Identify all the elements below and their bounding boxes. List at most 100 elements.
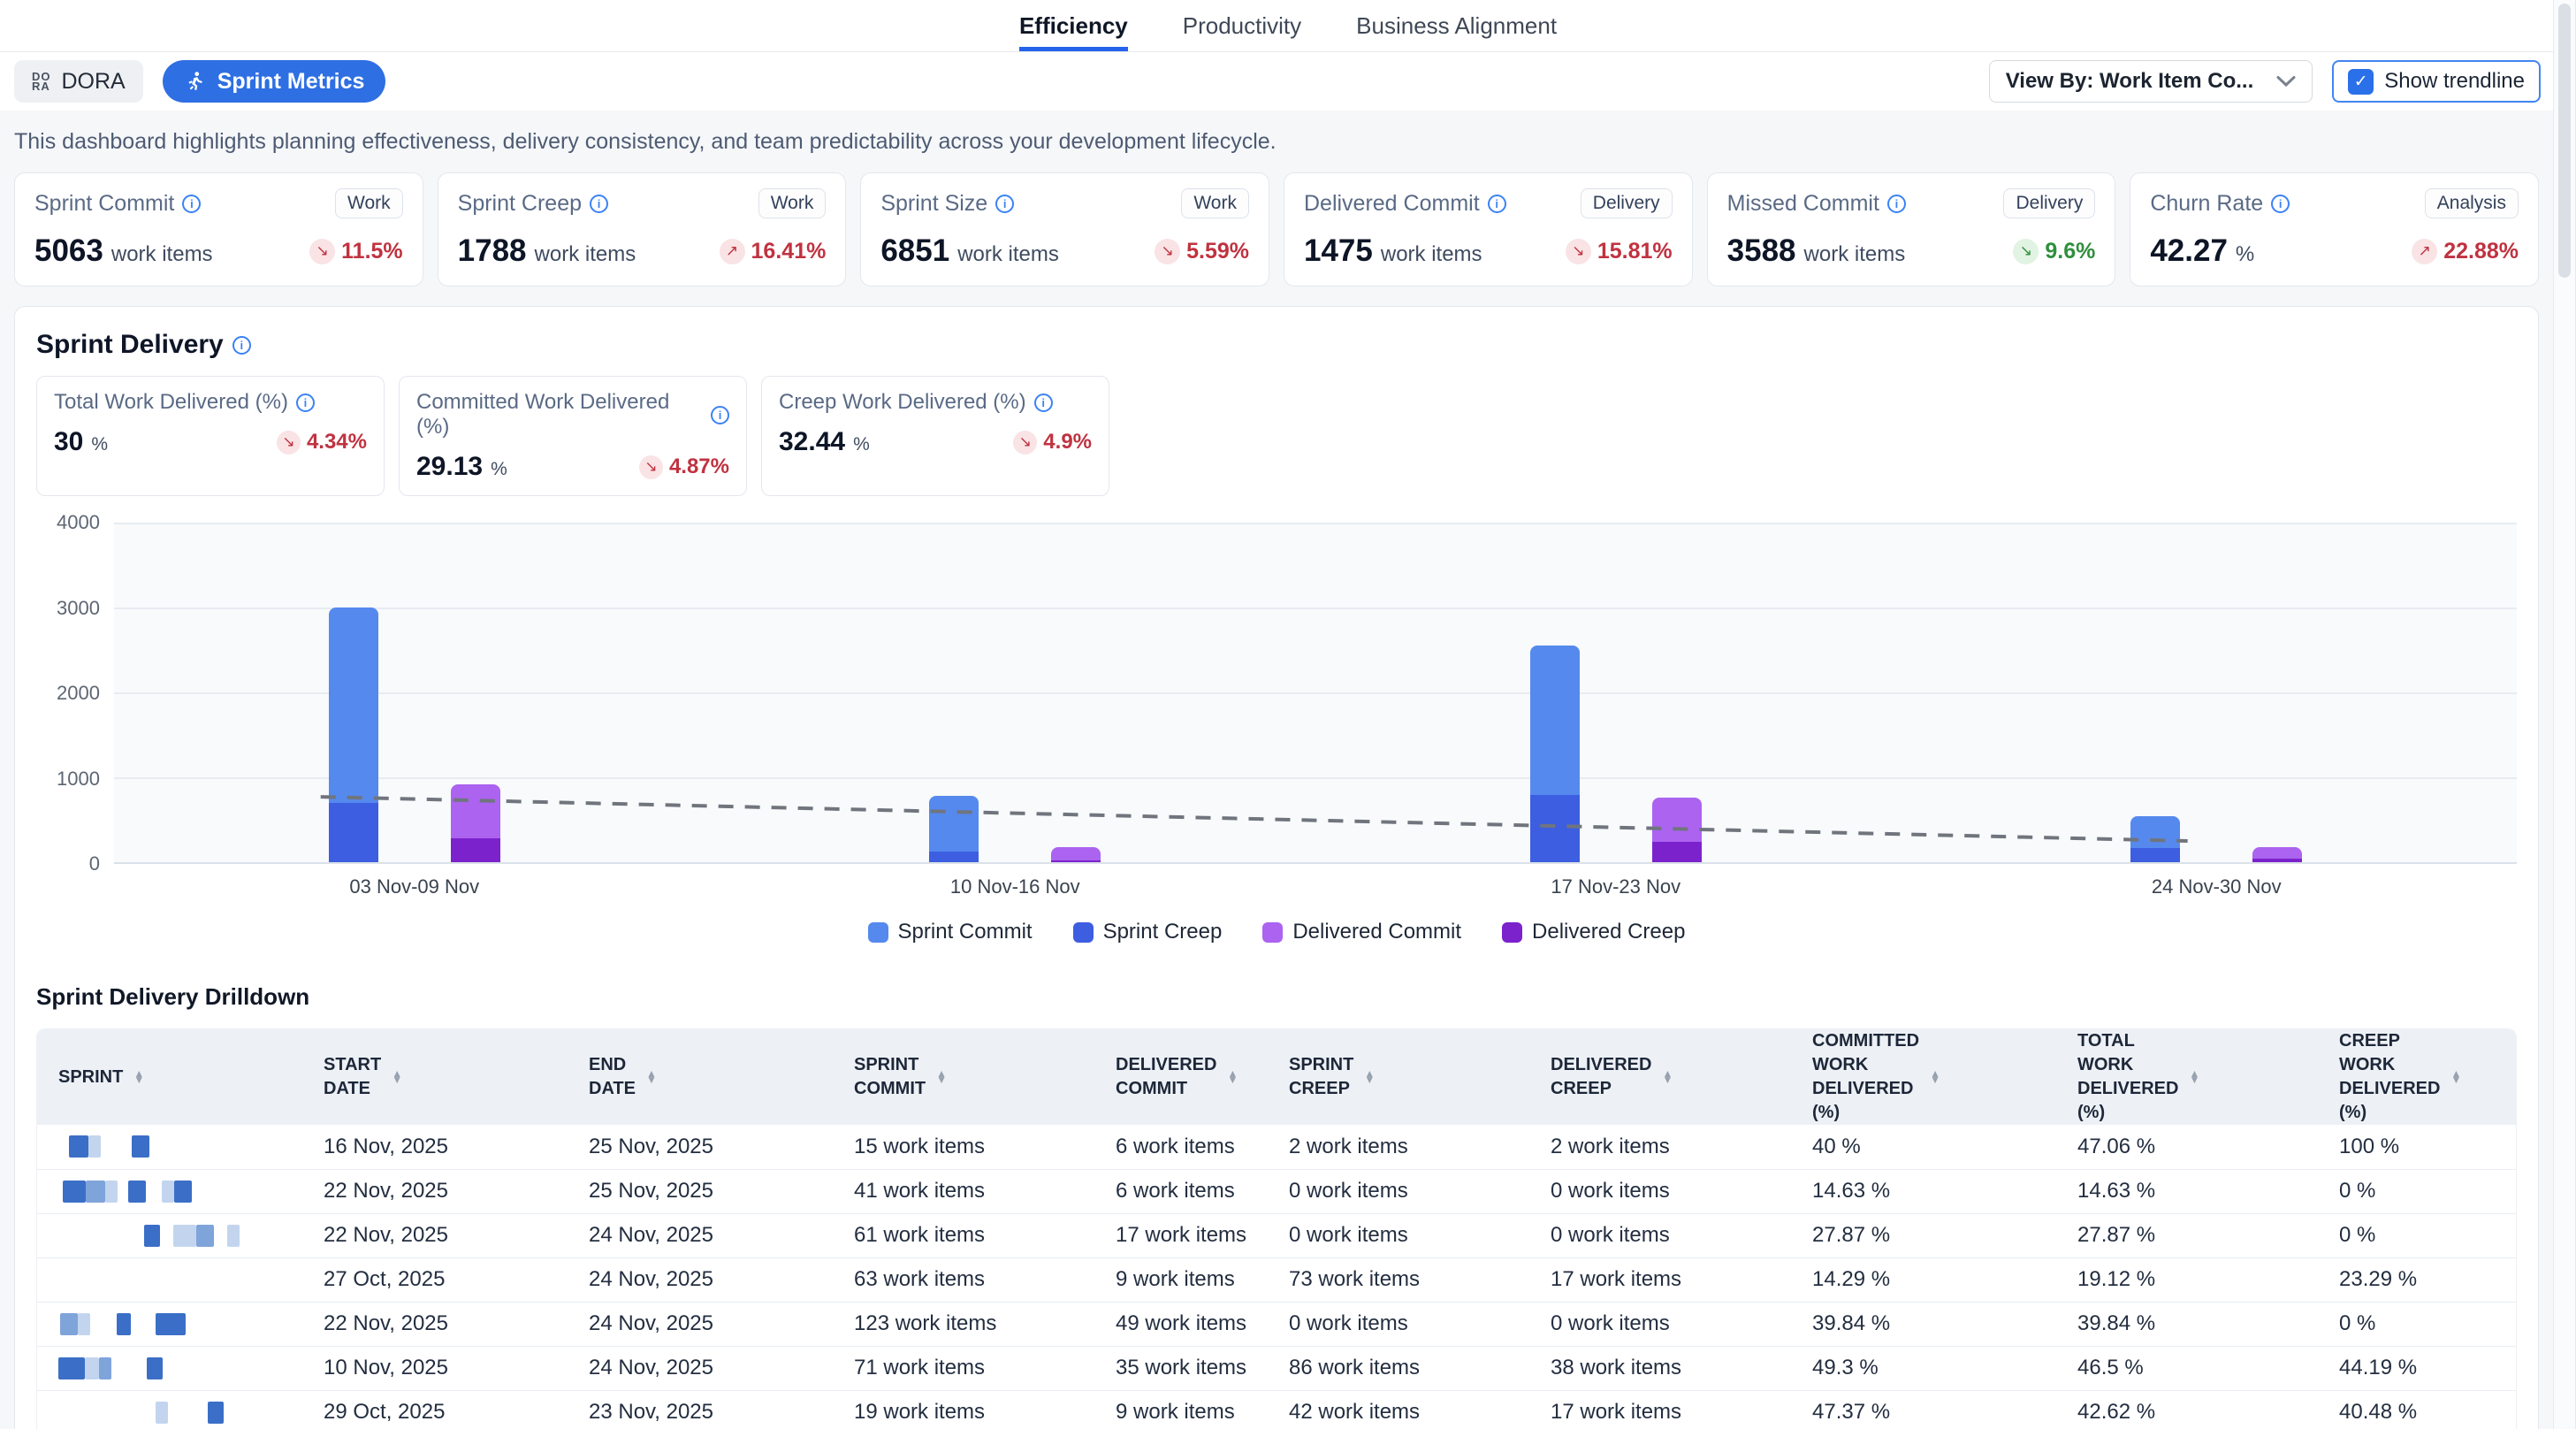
redacted-sprint-name [58,1303,302,1346]
redaction-block [85,1357,99,1379]
chart-y-axis: 01000200030004000 [36,523,114,864]
metric-card-title: Churn Ratei [2150,191,2290,217]
tab-business-alignment[interactable]: Business Alignment [1356,0,1557,51]
sort-icon[interactable]: ▲▼ [1662,1071,1673,1084]
tab-efficiency[interactable]: Efficiency [1019,0,1128,51]
column-header-delivered[interactable]: DELIVERED CREEP▲▼ [1529,1029,1791,1125]
sort-icon[interactable]: ▲▼ [1364,1071,1375,1084]
column-header-label: COMMITTED WORK DELIVERED (%) [1812,1029,1919,1125]
redaction-block [88,1135,101,1158]
table-cell: 0 work items [1268,1302,1529,1346]
delivered-bar [1652,523,1702,862]
sort-icon[interactable]: ▲▼ [1227,1071,1238,1084]
table-cell: 61 work items [833,1213,1094,1257]
view-by-dropdown[interactable]: View By: Work Item Co... [1989,60,2313,103]
bar-segment-sprint-creep [329,803,378,862]
info-icon[interactable]: i [296,394,315,412]
table-cell: 25 Nov, 2025 [568,1125,833,1169]
column-header-label: TOTAL WORK DELIVERED (%) [2077,1029,2178,1125]
table-cell: 9 work items [1094,1257,1268,1302]
subcard-value-row: 29.13%↘4.87% [416,452,729,482]
y-axis-tick: 0 [89,852,100,875]
column-header-label: END DATE [589,1053,636,1101]
trend-indicator: ↗22.88% [2412,239,2519,264]
subcard-label: Committed Work Delivered (%) [416,390,703,439]
metric-unit: work items [957,242,1059,267]
show-trendline-toggle[interactable]: ✓ Show trendline [2332,60,2541,103]
column-header-committed[interactable]: COMMITTED WORK DELIVERED (%) ▲▼ [1791,1029,2056,1125]
info-icon[interactable]: i [232,336,251,355]
metric-value-group: 6851work items [880,233,1059,269]
table-row: 16 Nov, 202525 Nov, 202515 work items6 w… [37,1125,2517,1169]
column-header-start[interactable]: START DATE▲▼ [302,1029,568,1125]
info-icon[interactable]: i [995,195,1014,213]
metric-card-header: Sprint CreepiWork [458,188,827,218]
column-header-creep[interactable]: CREEP WORK DELIVERED (%)▲▼ [2318,1029,2517,1125]
legend-label: Sprint Creep [1103,920,1223,944]
metric-card-badge: Work [1181,188,1249,218]
table-cell: 100 % [2318,1125,2517,1169]
subcard-value-row: 32.44%↘4.9% [779,427,1092,457]
table-cell: 38 work items [1529,1346,1791,1390]
sort-icon[interactable]: ▲▼ [2189,1071,2199,1084]
trend-indicator: ↘4.9% [1013,430,1092,455]
column-header-end[interactable]: END DATE ▲▼ [568,1029,833,1125]
chart-legend: Sprint Commit Sprint Creep Delivered Commi… [36,920,2517,944]
redaction-block [117,1313,131,1335]
metric-card-label: Delivered Commit [1304,191,1480,217]
trend-down-icon: ↘ [277,431,301,455]
trend-down-icon: ↘ [309,239,335,264]
redaction-block [105,1181,118,1203]
chart-x-labels: 03 Nov-09 Nov10 Nov-16 Nov17 Nov-23 Nov2… [114,875,2517,898]
sort-icon[interactable]: ▲▼ [646,1071,657,1084]
legend-item-delivered-commit[interactable]: Delivered Commit [1262,920,1461,944]
column-header-delivered[interactable]: DELIVERED COMMIT▲▼ [1094,1029,1268,1125]
info-icon[interactable]: i [590,195,608,213]
legend-label: Delivered Commit [1292,920,1461,944]
table-cell: 40 % [1791,1125,2056,1169]
info-icon[interactable]: i [182,195,201,213]
trend-up-icon: ↗ [2412,239,2437,264]
delivered-bar [451,523,500,862]
column-header-sprint[interactable]: SPRINT▲▼ [37,1029,302,1125]
legend-item-sprint-commit[interactable]: Sprint Commit [868,920,1033,944]
table-row: 22 Nov, 202524 Nov, 202561 work items17 … [37,1213,2517,1257]
table-cell: 2 work items [1268,1125,1529,1169]
sprint-metrics-button[interactable]: Sprint Metrics [163,60,386,103]
page-scrollbar-thumb[interactable] [2558,4,2571,278]
sprint-cell [37,1169,302,1213]
x-axis-label: 10 Nov-16 Nov [715,875,1316,898]
trend-value: 4.87% [669,455,729,479]
column-header-sprint[interactable]: SPRINT CREEP▲▼ [1268,1029,1529,1125]
info-icon[interactable]: i [1887,195,1906,213]
dora-button[interactable]: DORA DORA [14,60,143,103]
table-cell: 0 work items [1529,1302,1791,1346]
trend-value: 4.9% [1043,430,1092,455]
table-cell: 24 Nov, 2025 [568,1302,833,1346]
delivery-subcard: Creep Work Delivered (%)i32.44%↘4.9% [761,376,1109,496]
delivered-bar [2252,523,2302,862]
sort-icon[interactable]: ▲▼ [392,1071,402,1084]
checkbox-checked-icon[interactable]: ✓ [2348,69,2374,95]
dora-icon: DORA [32,72,51,91]
sort-icon[interactable]: ▲▼ [1930,1071,1940,1084]
sort-icon[interactable]: ▲▼ [133,1071,144,1084]
tab-productivity[interactable]: Productivity [1183,0,1301,51]
chart-plot-area [114,523,2517,864]
column-header-sprint[interactable]: SPRINT COMMIT▲▼ [833,1029,1094,1125]
info-icon[interactable]: i [711,406,729,424]
trend-indicator: ↘15.81% [1566,239,1673,264]
legend-item-delivered-creep[interactable]: Delivered Creep [1502,920,1685,944]
info-icon[interactable]: i [1488,195,1506,213]
info-icon[interactable]: i [2271,195,2290,213]
table-cell: 14.29 % [1791,1257,2056,1302]
sort-icon[interactable]: ▲▼ [936,1071,947,1084]
legend-item-sprint-creep[interactable]: Sprint Creep [1073,920,1223,944]
column-header-total[interactable]: TOTAL WORK DELIVERED (%) ▲▼ [2056,1029,2318,1125]
bar-segment-sprint-commit [329,608,378,803]
sort-icon[interactable]: ▲▼ [2450,1071,2461,1084]
metric-value-group: 3588work items [1727,233,1906,269]
table-cell: 0 % [2318,1169,2517,1213]
info-icon[interactable]: i [1034,394,1053,412]
column-header-inner: DELIVERED COMMIT▲▼ [1116,1053,1268,1101]
